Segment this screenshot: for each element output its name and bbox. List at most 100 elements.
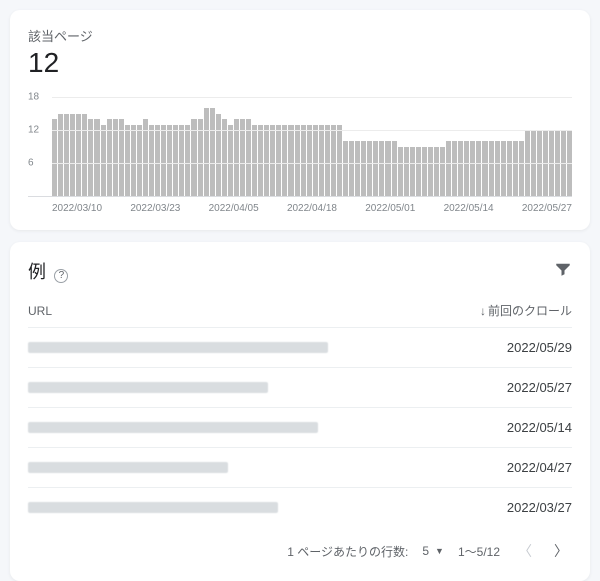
url-cell [28,382,268,393]
bar [137,125,142,197]
bar [319,125,324,197]
x-tick: 2022/04/05 [209,203,259,214]
date-cell: 2022/05/29 [507,340,572,355]
date-cell: 2022/03/27 [507,500,572,515]
bar [446,141,451,196]
bar [470,141,475,196]
bar [252,125,257,197]
date-cell: 2022/05/27 [507,380,572,395]
table-row[interactable]: 2022/03/27 [28,487,572,527]
bar [270,125,275,197]
y-tick: 12 [28,124,39,135]
url-cell [28,342,328,353]
bar [373,141,378,196]
summary-value: 12 [28,47,572,79]
bar [313,125,318,197]
bar [434,147,439,197]
bar [513,141,518,196]
bar [385,141,390,196]
summary-card: 該当ページ 12 61218 2022/03/102022/03/232022/… [10,10,590,230]
bar [288,125,293,197]
bar [519,141,524,196]
bar [228,125,233,197]
bar [179,125,184,197]
summary-title: 該当ページ [28,26,572,45]
bar [410,147,415,197]
bar [379,141,384,196]
bar [337,125,342,197]
examples-card: 例 ? URL ↓前回のクロール 2022/05/292022/05/27202… [10,242,590,581]
bar [295,125,300,197]
bar [204,108,209,196]
x-tick: 2022/05/27 [522,203,572,214]
bar [125,125,130,197]
bar [276,125,281,197]
bar [398,147,403,197]
x-tick: 2022/04/18 [287,203,337,214]
bar [452,141,457,196]
help-icon[interactable]: ? [54,269,68,283]
bar [64,114,69,197]
bar [82,114,87,197]
prev-page-button[interactable]: 〈 [514,537,536,565]
table-body: 2022/05/29 2022/05/27 2022/05/14 2022/04/27… [28,327,572,527]
url-cell [28,422,318,433]
bar [210,108,215,196]
table-row[interactable]: 2022/05/14 [28,407,572,447]
bar [404,147,409,197]
y-tick: 6 [28,157,34,168]
next-page-button[interactable]: 〉 [550,537,572,565]
col-url[interactable]: URL [28,304,52,318]
bar [70,114,75,197]
bar [331,125,336,197]
bar [507,141,512,196]
bar [307,125,312,197]
bar [440,147,445,197]
bar [464,141,469,196]
bar [258,125,263,197]
rows-per-page-select[interactable]: 5 ▼ [422,544,444,558]
bar [392,141,397,196]
table-row[interactable]: 2022/05/27 [28,367,572,407]
date-cell: 2022/05/14 [507,420,572,435]
bar [101,125,106,197]
examples-title-wrap: 例 ? [28,258,68,284]
url-cell [28,502,278,513]
x-tick: 2022/05/14 [444,203,494,214]
pagination: 1 ページあたりの行数: 5 ▼ 1～5/12 〈 〉 [28,537,572,565]
bar [167,125,172,197]
bar [216,114,221,197]
bar [422,147,427,197]
col-crawl[interactable]: ↓前回のクロール [480,302,572,319]
bar [349,141,354,196]
bar [482,141,487,196]
url-cell [28,462,228,473]
bar [458,141,463,196]
bar [343,141,348,196]
bar [476,141,481,196]
filter-icon[interactable] [554,260,572,283]
chart-bars [52,97,572,196]
dropdown-icon: ▼ [435,546,444,556]
y-tick: 18 [28,92,39,103]
x-tick: 2022/03/23 [130,203,180,214]
bar [301,125,306,197]
bar [185,125,190,197]
table-row[interactable]: 2022/04/27 [28,447,572,487]
bar [367,141,372,196]
bar [428,147,433,197]
chart-x-axis: 2022/03/102022/03/232022/04/052022/04/18… [28,203,572,214]
bar [489,141,494,196]
bar [495,141,500,196]
bar [355,141,360,196]
bar [173,125,178,197]
bar [361,141,366,196]
bar [264,125,269,197]
bar [155,125,160,197]
bar [76,114,81,197]
bar [325,125,330,197]
bar [131,125,136,197]
bar [501,141,506,196]
bar [149,125,154,197]
table-row[interactable]: 2022/05/29 [28,327,572,367]
